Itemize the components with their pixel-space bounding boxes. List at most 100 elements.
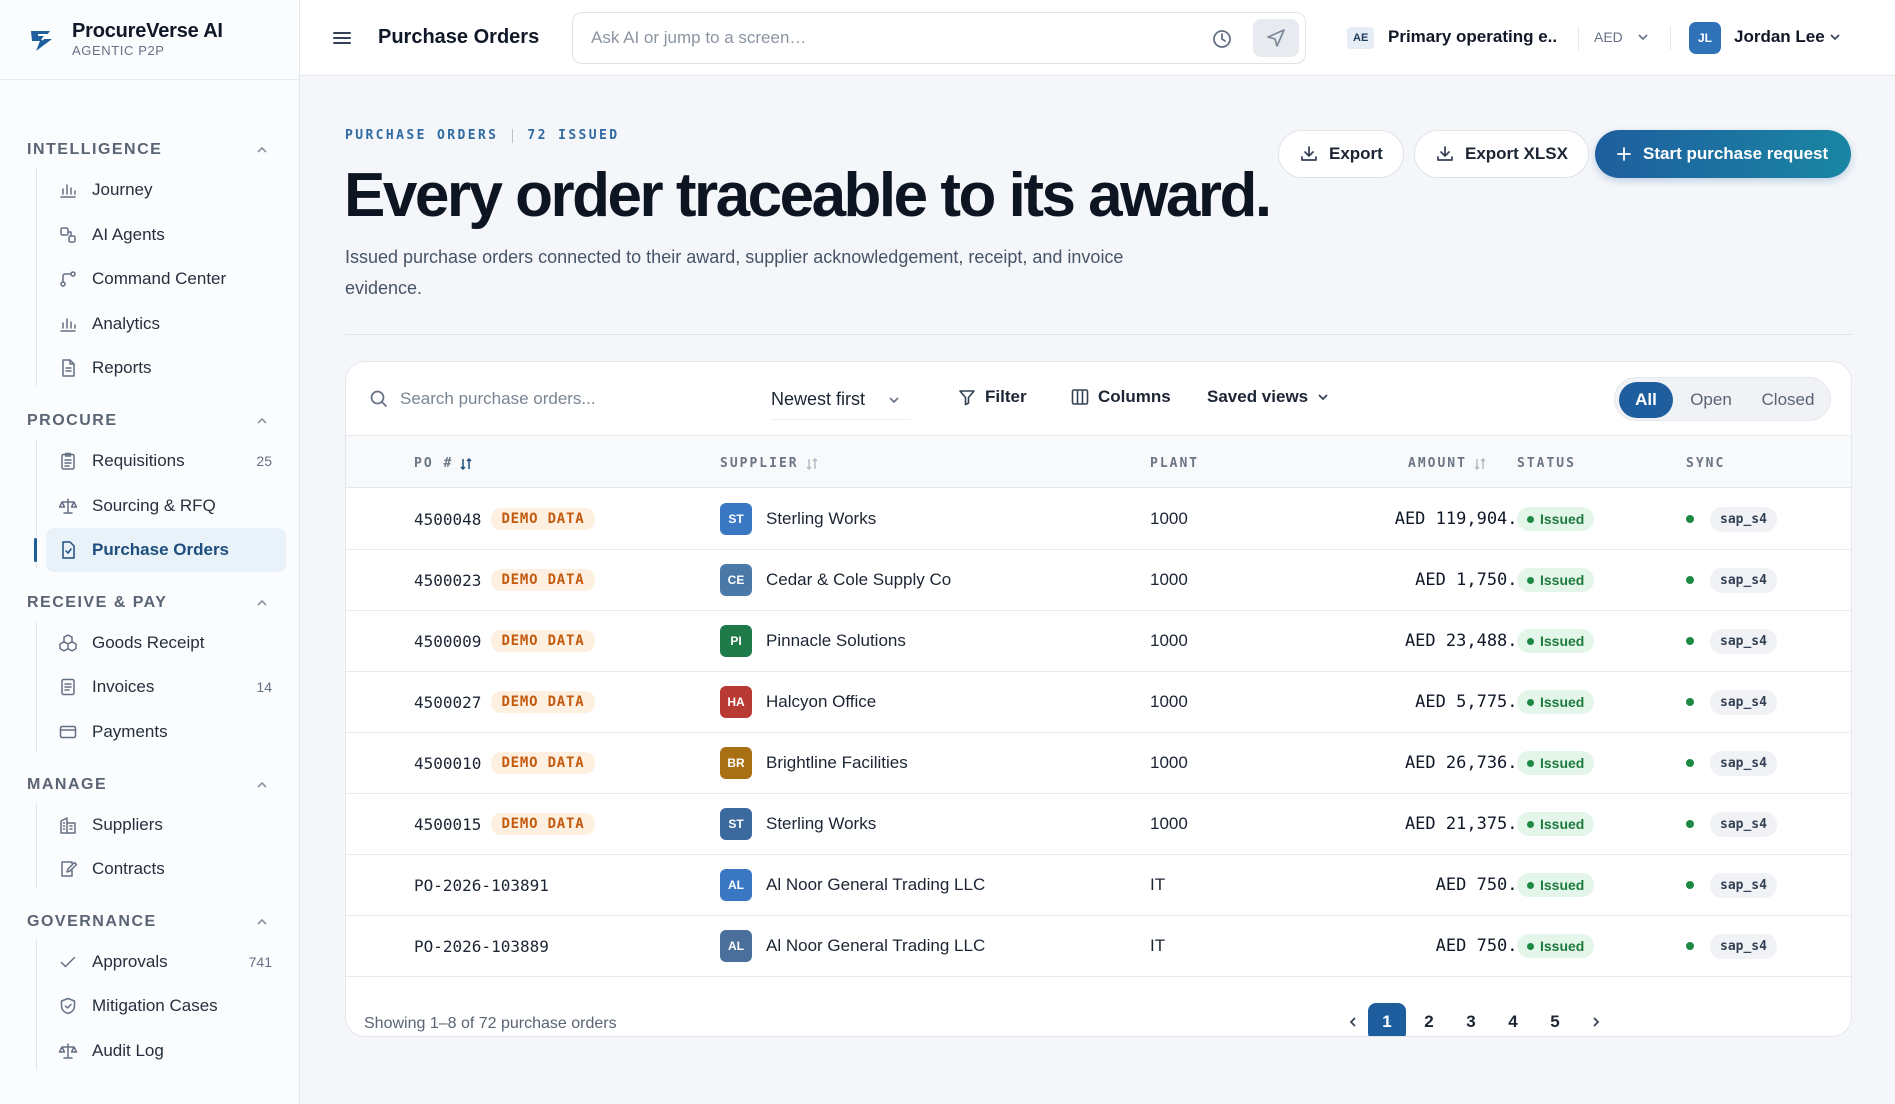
table-search-input[interactable]: Search purchase orders...	[400, 389, 596, 409]
sidebar-item-approvals[interactable]: Approvals 741	[46, 940, 286, 984]
building-icon	[60, 816, 76, 834]
avatar[interactable]: JL	[1689, 22, 1721, 54]
po-number[interactable]: PO-2026-103889	[414, 937, 549, 956]
menu-icon[interactable]	[330, 26, 354, 50]
po-number[interactable]: 4500010	[414, 754, 481, 773]
po-number[interactable]: 4500048	[414, 510, 481, 529]
sidebar-item-journey[interactable]: Journey	[46, 168, 286, 212]
send-button[interactable]	[1253, 19, 1299, 57]
chevron-down-icon[interactable]	[1828, 30, 1842, 44]
table-row[interactable]: 4500009 DEMO DATA PI Pinnacle Solutions …	[346, 611, 1851, 672]
sidebar-section-header[interactable]: INTELLIGENCE	[27, 140, 269, 160]
column-sync: SYNC	[1686, 456, 1725, 471]
check-icon	[60, 956, 76, 968]
amount-cell: AED 23,488.00	[1166, 611, 1538, 671]
supplier-name[interactable]: Sterling Works	[766, 814, 876, 834]
segment-closed[interactable]: Closed	[1749, 382, 1827, 418]
columns-button[interactable]: Columns	[1070, 387, 1171, 407]
global-search[interactable]: Ask AI or jump to a screen…	[572, 12, 1306, 64]
page-1-button[interactable]: 1	[1368, 1003, 1406, 1036]
plant-value: IT	[1150, 936, 1166, 955]
segment-open[interactable]: Open	[1679, 382, 1743, 418]
table-row[interactable]: PO-2026-103889 AL Al Noor General Tradin…	[346, 916, 1851, 977]
table-row[interactable]: 4500048 DEMO DATA ST Sterling Works 1000…	[346, 489, 1851, 550]
po-number[interactable]: 4500009	[414, 632, 481, 651]
sync-badge: sap_s4	[1710, 933, 1777, 959]
sidebar-item-mitigation-cases[interactable]: Mitigation Cases	[46, 984, 286, 1028]
sidebar-section-header[interactable]: RECEIVE & PAY	[27, 593, 269, 613]
sort-select[interactable]: Newest first	[771, 380, 911, 420]
table-row[interactable]: PO-2026-103891 AL Al Noor General Tradin…	[346, 855, 1851, 916]
agents-icon	[60, 226, 76, 243]
sidebar-item-purchase-orders[interactable]: Purchase Orders	[46, 528, 286, 573]
supplier-name[interactable]: Al Noor General Trading LLC	[766, 936, 985, 956]
command-icon	[60, 271, 76, 287]
chevron-right-icon[interactable]	[1589, 1015, 1603, 1029]
column-amount[interactable]: AMOUNT	[1408, 456, 1487, 471]
entity-selector[interactable]: Primary operating e...	[1388, 27, 1558, 47]
send-icon	[1267, 29, 1285, 47]
sync-badge: sap_s4	[1710, 628, 1777, 654]
column-supplier[interactable]: SUPPLIER	[720, 456, 819, 471]
user-menu[interactable]: Jordan Lee	[1734, 27, 1825, 47]
table-row[interactable]: 4500023 DEMO DATA CE Cedar & Cole Supply…	[346, 550, 1851, 611]
export-button[interactable]: Export	[1278, 130, 1404, 178]
page-4-button[interactable]: 4	[1494, 1003, 1532, 1036]
column-po-number[interactable]: PO #	[414, 456, 473, 471]
page-3-button[interactable]: 3	[1452, 1003, 1490, 1036]
status-text: Issued	[1540, 938, 1585, 954]
status-badge: Issued	[1517, 812, 1595, 836]
table-row[interactable]: 4500015 DEMO DATA ST Sterling Works 1000…	[346, 794, 1851, 855]
global-search-input[interactable]: Ask AI or jump to a screen…	[591, 28, 806, 48]
supplier-name[interactable]: Al Noor General Trading LLC	[766, 875, 985, 895]
currency-selector[interactable]: AED	[1594, 29, 1623, 45]
eyebrow-count: 72 ISSUED	[527, 128, 620, 143]
sidebar-item-audit-log[interactable]: Audit Log	[46, 1029, 286, 1073]
saved-views-button[interactable]: Saved views	[1207, 387, 1330, 407]
export-xlsx-button[interactable]: Export XLSX	[1414, 130, 1589, 178]
sidebar-item-label: Audit Log	[92, 1041, 164, 1060]
status-cell: Issued	[1517, 733, 1595, 793]
sidebar-item-suppliers[interactable]: Suppliers	[46, 803, 286, 847]
purchase-order-icon	[62, 541, 75, 559]
po-number[interactable]: PO-2026-103891	[414, 876, 549, 895]
sidebar-section-header[interactable]: GOVERNANCE	[27, 912, 269, 932]
supplier-name[interactable]: Cedar & Cole Supply Co	[766, 570, 951, 590]
brand[interactable]: ProcureVerse AI AGENTIC P2P	[0, 0, 299, 80]
history-icon[interactable]	[1211, 28, 1233, 50]
po-number[interactable]: 4500023	[414, 571, 481, 590]
start-purchase-request-button[interactable]: Start purchase request	[1595, 130, 1851, 178]
table-row[interactable]: 4500010 DEMO DATA BR Brightline Faciliti…	[346, 733, 1851, 794]
hero-description: Issued purchase orders connected to thei…	[345, 247, 1124, 298]
chevron-left-icon[interactable]	[1346, 1015, 1360, 1029]
sidebar-section-header[interactable]: PROCURE	[27, 411, 269, 431]
sidebar-item-payments[interactable]: Payments	[46, 710, 286, 754]
sidebar-item-label: Approvals	[92, 951, 168, 971]
supplier-name[interactable]: Brightline Facilities	[766, 753, 908, 773]
page-2-button[interactable]: 2	[1410, 1003, 1448, 1036]
sidebar-item-requisitions[interactable]: Requisitions 25	[46, 439, 286, 483]
status-text: Issued	[1540, 816, 1585, 832]
page-5-button[interactable]: 5	[1536, 1003, 1574, 1036]
po-number[interactable]: 4500015	[414, 815, 481, 834]
sidebar-item-sourcing-rfq[interactable]: Sourcing & RFQ	[46, 484, 286, 528]
supplier-name[interactable]: Pinnacle Solutions	[766, 631, 906, 651]
po-number[interactable]: 4500027	[414, 693, 481, 712]
segment-all[interactable]: All	[1619, 382, 1673, 418]
sidebar-item-command-center[interactable]: Command Center	[46, 257, 286, 301]
sidebar-item-analytics[interactable]: Analytics	[46, 302, 286, 346]
sidebar-section-header[interactable]: MANAGE	[27, 775, 269, 795]
filter-button[interactable]: Filter	[957, 387, 1027, 407]
sync-badge: sap_s4	[1710, 506, 1777, 532]
sidebar-item-ai-agents[interactable]: AI Agents	[46, 213, 286, 257]
chevron-down-icon[interactable]	[1636, 30, 1650, 44]
supplier-name[interactable]: Sterling Works	[766, 509, 876, 529]
sidebar-item-reports[interactable]: Reports	[46, 346, 286, 390]
amount-cell: AED 750.00	[1166, 855, 1538, 915]
supplier-name[interactable]: Halcyon Office	[766, 692, 876, 712]
sidebar-item-goods-receipt[interactable]: Goods Receipt	[46, 621, 286, 665]
sidebar-item-contracts[interactable]: Contracts	[46, 847, 286, 891]
sidebar-item-invoices[interactable]: Invoices 14	[46, 665, 286, 709]
table-row[interactable]: 4500027 DEMO DATA HA Halcyon Office 1000…	[346, 672, 1851, 733]
sync-cell: sap_s4	[1686, 855, 1777, 915]
